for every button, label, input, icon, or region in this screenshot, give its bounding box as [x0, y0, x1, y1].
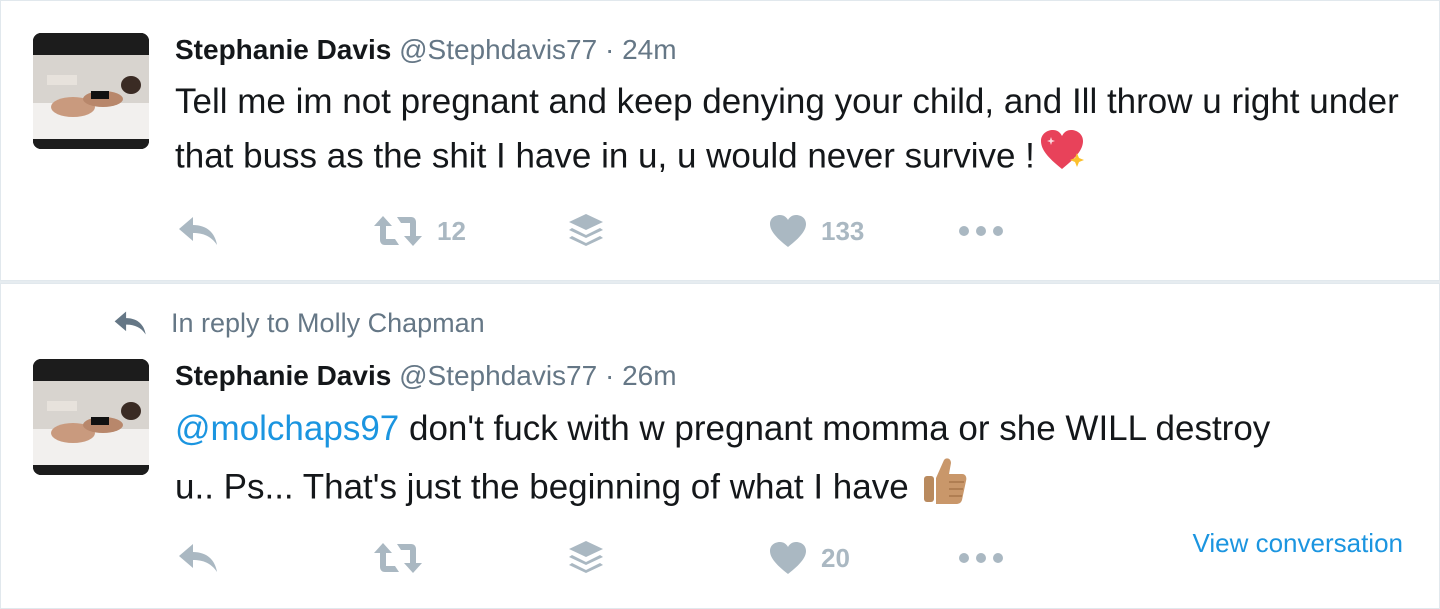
like-button[interactable]: 133	[769, 211, 864, 251]
tweet-header: Stephanie Davis @Stephdavis77 · 24m	[175, 33, 677, 67]
more-button[interactable]	[957, 211, 1005, 251]
tweet-text: Tell me im not pregnant and keep denying…	[175, 75, 1405, 187]
author-name[interactable]: Stephanie Davis	[175, 34, 391, 65]
thumbs-up-icon	[922, 456, 968, 522]
avatar-image	[33, 33, 149, 149]
mention-link[interactable]: @molchaps97	[175, 409, 399, 448]
separator-dot: ·	[604, 360, 615, 391]
sparkling-heart-icon	[1039, 129, 1085, 187]
avatar[interactable]	[33, 359, 149, 475]
more-icon	[959, 226, 1003, 236]
reply-button[interactable]	[177, 211, 221, 251]
tweet-header: Stephanie Davis @Stephdavis77 · 26m	[175, 359, 677, 393]
tweet-timestamp[interactable]: 24m	[622, 34, 676, 65]
retweet-button[interactable]	[373, 538, 437, 578]
tweet[interactable]: Stephanie Davis @Stephdavis77 · 24m Tell…	[0, 0, 1440, 281]
avatar-image	[33, 359, 149, 475]
reply-icon	[179, 544, 217, 572]
reply-button[interactable]	[177, 538, 221, 578]
reply-icon	[179, 217, 217, 245]
retweet-button[interactable]: 12	[373, 211, 466, 251]
reply-icon	[114, 311, 146, 335]
heart-icon	[770, 215, 806, 247]
like-button[interactable]: 20	[769, 538, 850, 578]
author-handle[interactable]: @Stephdavis77	[399, 34, 597, 65]
reply-context-label: In reply to Molly Chapman	[171, 308, 485, 338]
retweet-count: 12	[437, 215, 466, 246]
layers-icon	[569, 214, 603, 246]
author-handle[interactable]: @Stephdavis77	[399, 360, 597, 391]
separator-dot: ·	[604, 34, 615, 65]
tweet[interactable]: In reply to Molly Chapman Stephanie Davi…	[0, 283, 1440, 609]
view-conversation-link[interactable]: View conversation	[1192, 528, 1403, 559]
buffer-button[interactable]	[567, 538, 605, 578]
retweet-icon	[374, 216, 422, 246]
reply-context[interactable]: In reply to Molly Chapman	[113, 306, 485, 340]
tweet-text: @molchaps97 don't fuck with w pregnant m…	[175, 402, 1295, 522]
author-name[interactable]: Stephanie Davis	[175, 360, 391, 391]
like-count: 20	[821, 542, 850, 573]
buffer-button[interactable]	[567, 211, 605, 251]
heart-icon	[770, 542, 806, 574]
more-button[interactable]	[957, 538, 1005, 578]
retweet-icon	[374, 543, 422, 573]
layers-icon	[569, 541, 603, 573]
tweet-timestamp[interactable]: 26m	[622, 360, 676, 391]
more-icon	[959, 553, 1003, 563]
like-count: 133	[821, 215, 865, 246]
tweet-body: Tell me im not pregnant and keep denying…	[175, 82, 1399, 176]
avatar[interactable]	[33, 33, 149, 149]
